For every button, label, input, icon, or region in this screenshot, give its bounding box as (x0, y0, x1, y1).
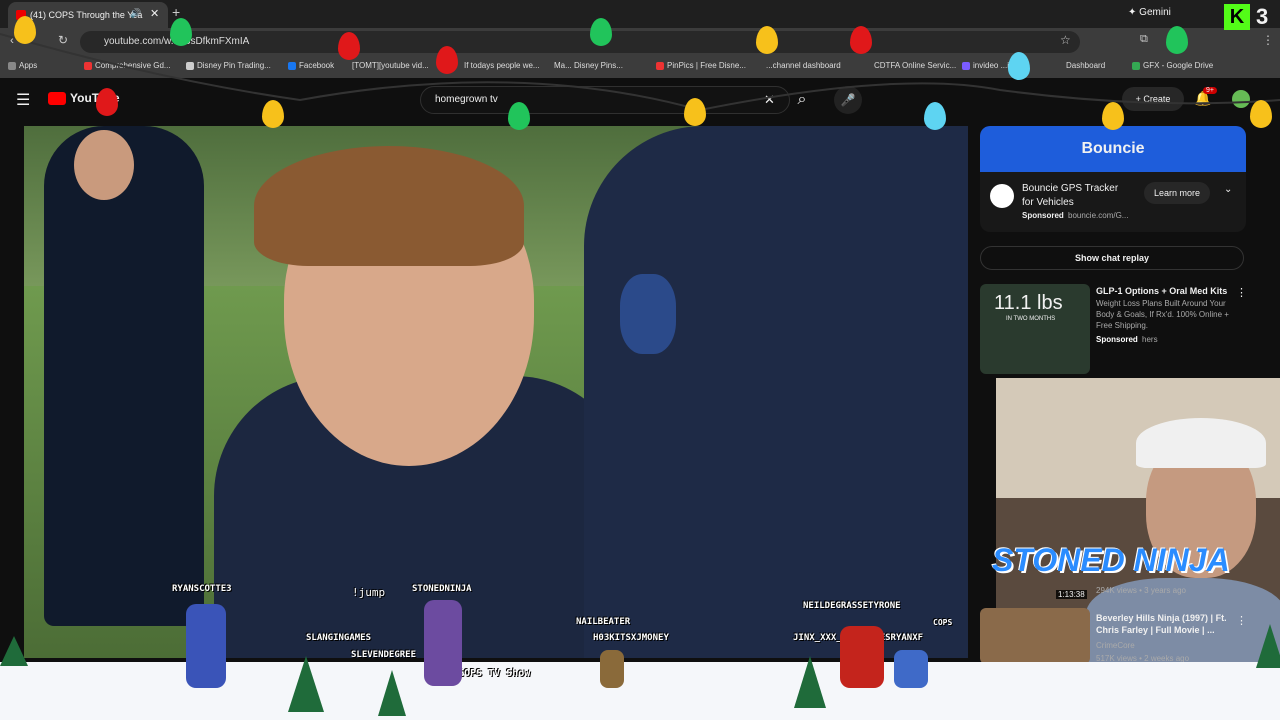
video2-title[interactable]: Beverley Hills Ninja (1997) | Ft. Chris … (1096, 612, 1236, 636)
chat-name: COPS (933, 618, 953, 627)
light-bulb-icon (684, 98, 706, 126)
police-patch-icon (620, 274, 676, 354)
video1-meta: 294K views • 3 years ago (1096, 586, 1186, 595)
light-bulb-icon (1166, 26, 1188, 54)
gemini-label: Gemini (1139, 7, 1171, 18)
show-chat-replay-button[interactable]: Show chat replay (980, 246, 1244, 270)
more-options-icon[interactable]: ⋮ (1236, 614, 1247, 627)
chat-name: H03KITSXJMONEY (593, 633, 669, 643)
chat-name: NAILBEATER (576, 617, 631, 627)
sprite-character (600, 650, 624, 688)
video-player[interactable] (24, 126, 968, 658)
video-thumbnail[interactable] (980, 608, 1090, 664)
audio-icon[interactable]: 🔊 (130, 8, 141, 19)
light-bulb-icon (1008, 52, 1030, 80)
ad2-source: hers (1142, 335, 1158, 344)
christmas-tree-icon (794, 656, 826, 708)
more-options-icon[interactable]: ⋮ (1236, 286, 1247, 299)
bouncie-ad-banner[interactable]: Bouncie (980, 126, 1246, 172)
sprite-character (424, 600, 462, 686)
chevron-down-icon[interactable]: ⌄ (1224, 184, 1232, 195)
officer-left-head (74, 130, 134, 200)
gemini-button[interactable]: ✦ Gemini (1128, 7, 1171, 18)
chat-name: NEILDEGRASSETYRONE (803, 601, 901, 611)
officer-left-figure (44, 126, 204, 626)
ad2-desc: Weight Loss Plans Built Around Your Body… (1096, 299, 1229, 330)
ad-thumbnail[interactable]: 11.1 lbs IN TWO MONTHS (980, 284, 1090, 374)
light-bulb-icon (924, 102, 946, 130)
bouncie-logo-icon (990, 184, 1014, 208)
light-bulb-icon (14, 16, 36, 44)
streamer-name-overlay: STONED NINJA (992, 542, 1230, 578)
bouncie-ad-card[interactable]: Bouncie GPS Tracker for Vehicles Sponsor… (980, 172, 1246, 232)
ad2-sponsored: Sponsored (1096, 335, 1138, 344)
christmas-tree-icon (0, 636, 28, 666)
sprite-character (840, 626, 884, 688)
close-tab-icon[interactable]: ✕ (150, 7, 159, 20)
chat-name: STONEDNINJA (412, 584, 472, 594)
christmas-tree-icon (378, 670, 406, 716)
chat-name: SLEVENDEGREE (351, 650, 417, 660)
light-bulb-icon (1102, 102, 1124, 130)
light-bulb-icon (436, 46, 458, 74)
disneyland-cap (1136, 418, 1266, 468)
light-bulb-icon (508, 102, 530, 130)
light-bulb-icon (170, 18, 192, 46)
tab-title: (41) COPS Through the Yea (30, 10, 143, 20)
sprite-character (894, 650, 928, 688)
chat-name: RYANSCOTTE3 (172, 584, 232, 594)
sprite-character (186, 604, 226, 688)
ad-sponsored: Sponsored (1022, 211, 1064, 220)
ad-thumb-sub: IN TWO MONTHS (1006, 316, 1056, 322)
ad2-title[interactable]: GLP-1 Options + Oral Med Kits (1096, 285, 1236, 297)
lights-string (0, 33, 1280, 112)
light-bulb-icon (338, 32, 360, 60)
light-bulb-icon (1250, 100, 1272, 128)
light-bulb-icon (850, 26, 872, 54)
officer-center-hair (254, 146, 524, 266)
video-duration: 1:13:38 (1056, 590, 1087, 599)
light-bulb-icon (96, 88, 118, 116)
video2-channel[interactable]: CrimeCore (1096, 640, 1236, 651)
light-bulb-icon (756, 26, 778, 54)
learn-more-button[interactable]: Learn more (1144, 182, 1210, 204)
officer-right-figure (584, 126, 968, 658)
ad-domain: bouncie.com/G... (1068, 211, 1129, 220)
chat-command: !jump (352, 586, 386, 599)
christmas-tree-icon (1256, 624, 1280, 668)
ad-thumb-text: 11.1 lbs (994, 292, 1063, 314)
light-bulb-icon (262, 100, 284, 128)
christmas-tree-icon (288, 656, 324, 712)
light-bulb-icon (590, 18, 612, 46)
chat-name: SLANGINGAMES (306, 633, 372, 643)
ad-title: Bouncie GPS Tracker for Vehicles (1022, 183, 1119, 208)
